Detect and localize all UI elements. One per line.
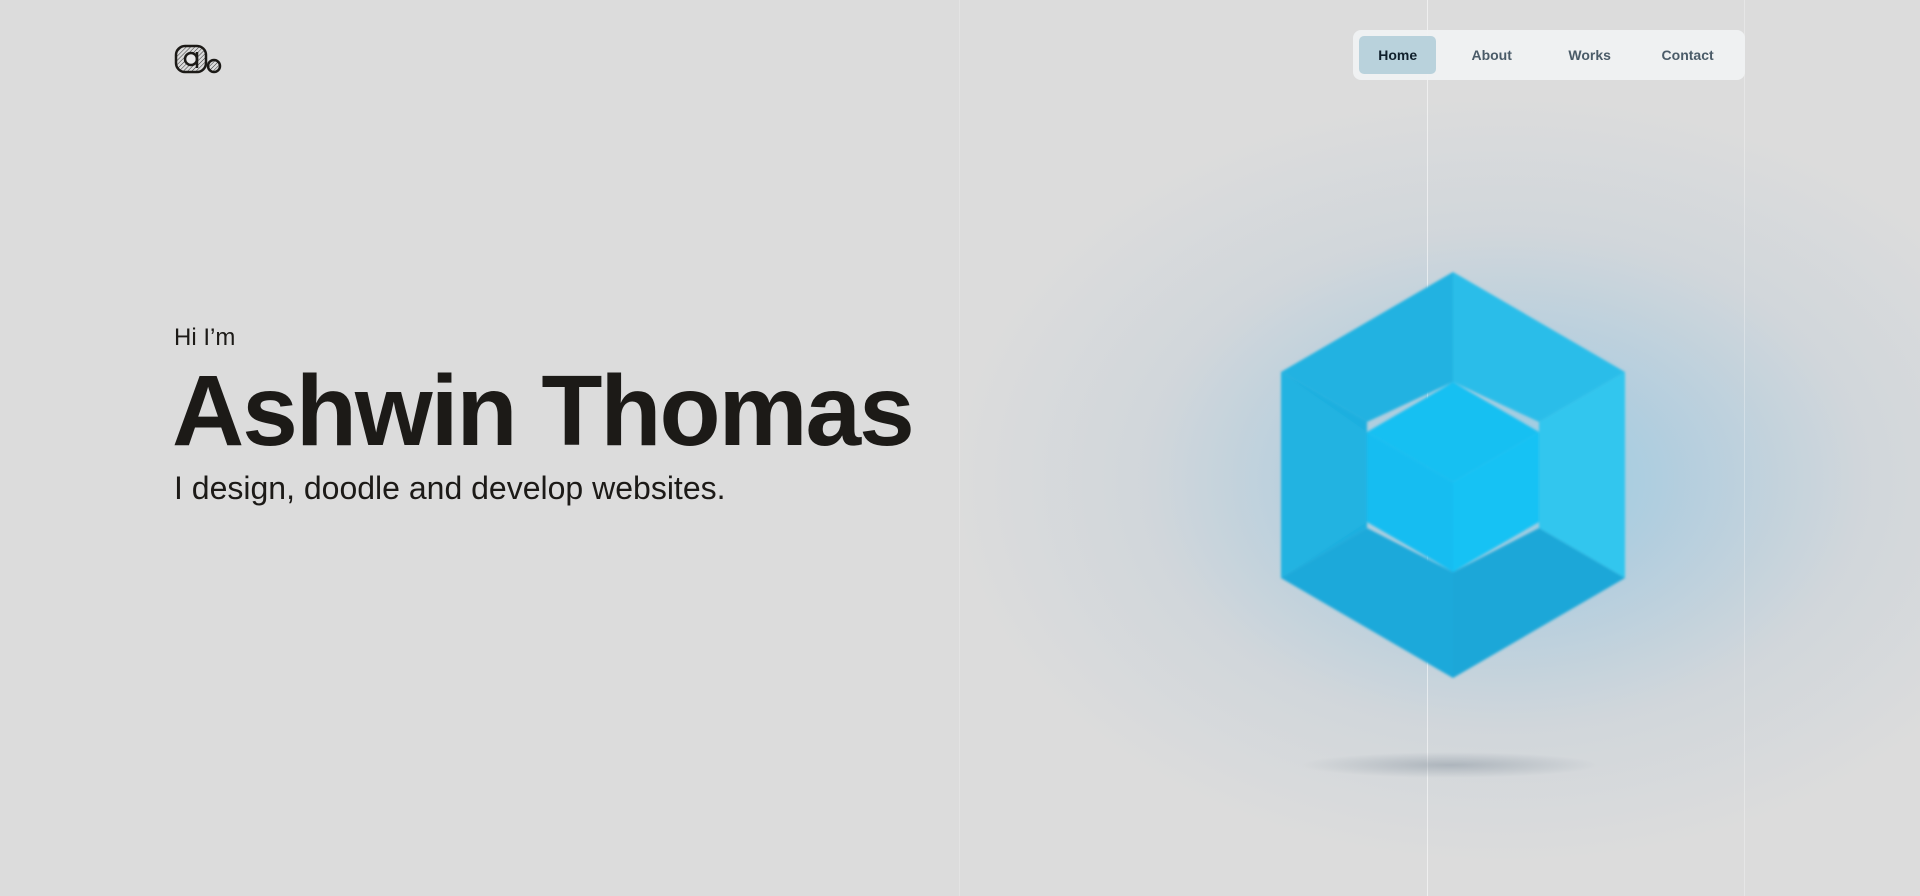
guide-line (959, 0, 960, 896)
hero-tagline: I design, doodle and develop websites. (174, 470, 726, 506)
nav-home[interactable]: Home (1359, 36, 1437, 74)
nav-works[interactable]: Works (1547, 36, 1632, 74)
cube-shadow (1300, 752, 1600, 778)
nav-contact[interactable]: Contact (1636, 36, 1739, 74)
hero-greeting: Hi I’m (174, 324, 236, 351)
site-logo[interactable] (174, 42, 224, 76)
nav-about[interactable]: About (1440, 36, 1543, 74)
hero-name: Ashwin Thomas (172, 355, 915, 467)
ashwin-logo-icon (174, 44, 222, 74)
hexagon-cube-icon (1281, 272, 1625, 678)
guide-line (1744, 0, 1745, 896)
main-nav: Home About Works Contact (1353, 30, 1745, 80)
